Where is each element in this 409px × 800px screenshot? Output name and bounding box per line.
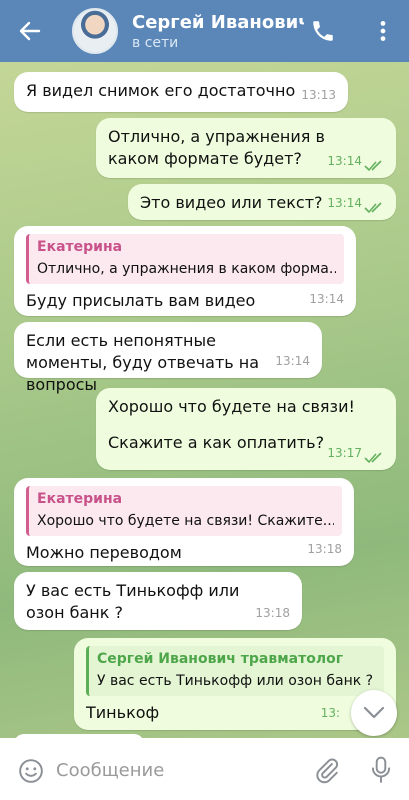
message-list[interactable]: Я видел снимок его достаточно 13:13 Отли… — [0, 62, 409, 738]
call-button[interactable] — [310, 18, 336, 44]
message-time: 13:14 — [309, 292, 344, 306]
message-time: 13:13 — [301, 88, 336, 102]
arrow-left-icon — [19, 21, 41, 41]
message-text: Это видео или текст? — [140, 193, 323, 212]
chevron-down-icon — [363, 706, 385, 719]
reply-author: Екатерина — [37, 491, 123, 507]
message-time: 13:17 — [327, 446, 362, 460]
message-time: 13:18 — [255, 606, 290, 620]
contact-name: Сергей Иванович травматолог — [132, 11, 304, 33]
contact-status: в сети — [132, 34, 179, 51]
message-incoming[interactable]: Я видел снимок его достаточно 13:13 — [14, 72, 348, 112]
contact-info[interactable]: Сергей Иванович травматолог в сети — [132, 12, 304, 51]
message-time: 13:14 — [327, 154, 362, 168]
message-time: 13: — [320, 706, 340, 720]
more-button[interactable] — [370, 18, 396, 44]
avatar[interactable] — [72, 8, 118, 54]
message-outgoing[interactable]: Отлично, а упражнения в каком формате бу… — [96, 118, 396, 178]
reply-text: У вас есть Тинькофф или озон банк ? — [97, 673, 374, 689]
emoji-button[interactable] — [18, 758, 44, 784]
message-outgoing[interactable]: Это видео или текст? 13:14 — [128, 184, 396, 220]
message-text: Отлично, а упражнения в каком формате бу… — [108, 127, 325, 168]
message-text: Я видел снимок его достаточно — [26, 81, 296, 100]
message-text: Если есть непонятные моменты, буду отвеч… — [26, 331, 260, 394]
chat-header: Сергей Иванович травматолог в сети — [0, 0, 409, 62]
reply-author: Екатерина — [37, 239, 123, 255]
message-input[interactable] — [56, 756, 286, 784]
microphone-icon — [371, 756, 391, 783]
reply-text: Отлично, а упражнения в каком форма... — [37, 261, 336, 277]
message-text: У вас есть Тинькофф или озон банк ? — [26, 581, 240, 622]
message-text: Хорошо что будете на связи! — [108, 397, 355, 416]
back-button[interactable] — [0, 0, 60, 62]
message-time: 13:14 — [275, 354, 310, 368]
read-ticks-icon — [364, 202, 382, 214]
more-vert-icon — [380, 21, 386, 41]
message-composer — [0, 738, 409, 800]
reply-text: Хорошо что будете на связи! Скажите... — [37, 513, 334, 529]
phone-icon — [313, 21, 333, 41]
message-outgoing[interactable]: Хорошо что будете на связи! Скажите а ка… — [96, 388, 396, 470]
voice-button[interactable] — [370, 756, 392, 784]
message-incoming[interactable]: Екатерина Хорошо что будете на связи! Ск… — [14, 478, 354, 566]
read-ticks-icon — [364, 160, 382, 172]
scroll-down-button[interactable] — [351, 690, 397, 736]
attach-button[interactable] — [314, 756, 340, 784]
message-text: Буду присылать вам видео — [26, 291, 256, 310]
emoji-icon — [19, 759, 43, 783]
read-ticks-icon — [364, 452, 382, 464]
message-text: Можно переводом — [26, 543, 182, 562]
message-time: 13:14 — [327, 196, 362, 210]
reply-quote[interactable]: Сергей Иванович травматолог У вас есть Т… — [86, 646, 384, 696]
message-incoming[interactable]: Екатерина Отлично, а упражнения в каком … — [14, 226, 356, 316]
message-time: 13:18 — [307, 542, 342, 556]
reply-author: Сергей Иванович травматолог — [97, 651, 344, 667]
message-incoming[interactable]: У вас есть Тинькофф или озон банк ? 13:1… — [14, 572, 302, 630]
message-outgoing[interactable]: Сергей Иванович травматолог У вас есть Т… — [74, 638, 396, 730]
paperclip-icon — [316, 758, 339, 784]
reply-quote[interactable]: Екатерина Отлично, а упражнения в каком … — [26, 234, 344, 284]
message-incoming[interactable]: Если есть непонятные моменты, буду отвеч… — [14, 322, 322, 394]
reply-quote[interactable]: Екатерина Хорошо что будете на связи! Ск… — [26, 486, 342, 536]
